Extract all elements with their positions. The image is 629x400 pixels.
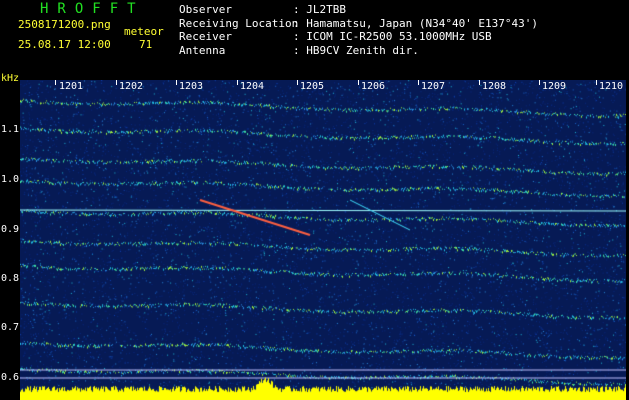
meteor-label: meteor	[124, 25, 164, 38]
meteor-count: 71	[139, 38, 153, 51]
file-name: 2508171200.png	[18, 18, 111, 31]
y-tick-label: 0.6	[1, 372, 20, 383]
y-tick-label: 0.9	[1, 224, 20, 235]
minute-label: 1205	[300, 81, 325, 92]
minute-tick	[176, 80, 177, 85]
y-tick-label: 1.1	[1, 124, 20, 135]
info-row-antenna: Antenna: HB9CV Zenith dir.	[179, 43, 419, 57]
station-info: Observer: JL2TBB Receiving Location: Ham…	[179, 3, 538, 57]
frequency-unit-label: kHz	[1, 73, 20, 84]
minute-tick	[539, 80, 540, 85]
minute-label: 1209	[542, 81, 567, 92]
minute-tick	[596, 80, 597, 85]
minute-label: 1206	[361, 81, 386, 92]
minute-label: 1208	[482, 81, 507, 92]
header-panel: HROFFT 2508171200.png meteor 25.08.17 12…	[0, 0, 629, 84]
spectrogram-canvas	[20, 80, 626, 400]
y-tick-label: 0.7	[1, 322, 20, 333]
minute-tick	[358, 80, 359, 85]
info-row-observer: Observer: JL2TBB	[179, 3, 346, 16]
app-title: HROFFT	[40, 1, 145, 17]
minute-tick	[55, 80, 56, 85]
minute-tick	[418, 80, 419, 85]
datetime-label: 25.08.17 12:00	[18, 38, 111, 51]
spectrogram	[20, 80, 626, 400]
minute-label: 1210	[599, 81, 624, 92]
minute-tick	[297, 80, 298, 85]
minute-label: 1201	[59, 81, 84, 92]
minute-label: 1207	[421, 81, 446, 92]
minute-tick	[237, 80, 238, 85]
y-tick-label: 0.8	[1, 273, 20, 284]
minute-tick	[479, 80, 480, 85]
minute-label: 1202	[119, 81, 144, 92]
info-row-receiver: Receiver: ICOM IC-R2500 53.1000MHz USB	[179, 30, 492, 43]
minute-tick	[116, 80, 117, 85]
y-tick-label: 1.0	[1, 174, 20, 185]
minute-label: 1203	[179, 81, 204, 92]
info-row-location: Receiving Location: Hamamatsu, Japan (N3…	[179, 16, 539, 30]
minute-label: 1204	[240, 81, 265, 92]
